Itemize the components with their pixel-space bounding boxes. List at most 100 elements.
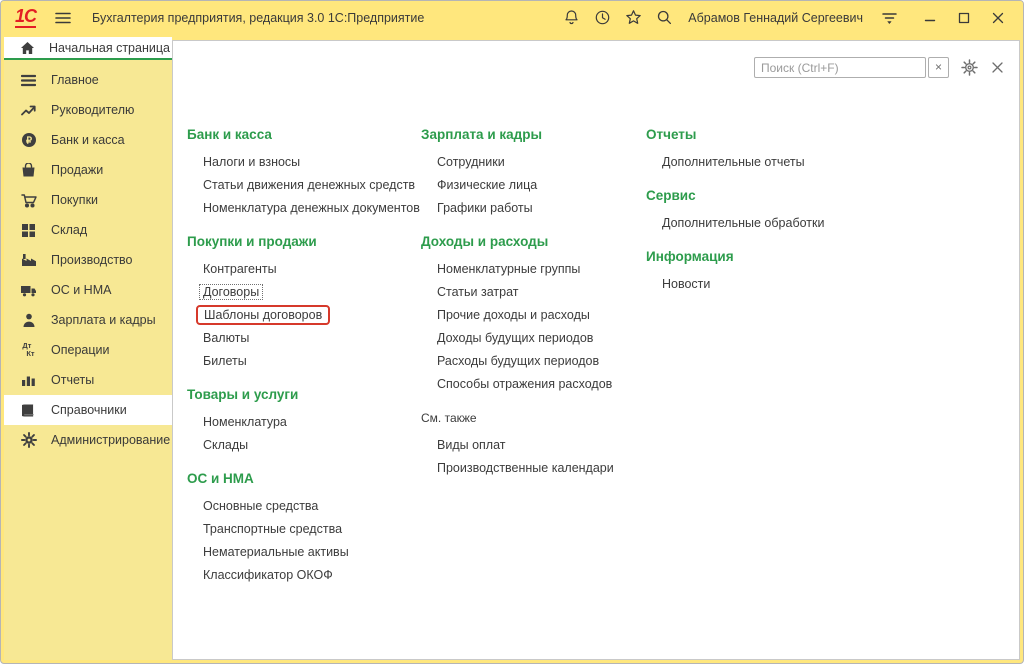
section-title: Зарплата и кадры: [421, 125, 644, 145]
content-link[interactable]: Номенклатура денежных документов: [203, 201, 420, 215]
content-item-row: Статьи затрат: [421, 281, 644, 304]
sidebar-item-label: Зарплата и кадры: [51, 313, 156, 327]
section-title: Банк и касса: [187, 125, 419, 145]
content-item-row: Физические лица: [421, 174, 644, 197]
main-menu-icon[interactable]: [52, 7, 74, 29]
truck-icon: [20, 282, 37, 299]
content-item-row: Транспортные средства: [187, 518, 419, 541]
content-link[interactable]: Дополнительные обработки: [662, 216, 824, 230]
content-item-row: Валюты: [187, 327, 419, 350]
history-icon[interactable]: [591, 7, 613, 29]
content-link[interactable]: Дополнительные отчеты: [662, 155, 805, 169]
sidebar-item-administration[interactable]: Администрирование: [4, 425, 172, 455]
content-link[interactable]: Расходы будущих периодов: [437, 354, 599, 368]
trend-icon: [20, 102, 37, 119]
content-item-row: Производственные календари: [421, 457, 644, 480]
content-link[interactable]: Налоги и взносы: [203, 155, 300, 169]
sidebar-item-directories[interactable]: Справочники: [4, 395, 172, 425]
sidebar-item-os-nma[interactable]: ОС и НМА: [4, 275, 172, 305]
sidebar-item-operations[interactable]: ДтКтОперации: [4, 335, 172, 365]
content-item-row: Дополнительные отчеты: [646, 151, 866, 174]
content-link[interactable]: Новости: [662, 277, 710, 291]
content-link[interactable]: Контрагенты: [203, 262, 277, 276]
content-link[interactable]: Прочие доходы и расходы: [437, 308, 590, 322]
content-link[interactable]: Статьи движения денежных средств: [203, 178, 415, 192]
content-link[interactable]: Производственные календари: [437, 461, 614, 475]
content-item-row: Налоги и взносы: [187, 151, 419, 174]
content-link[interactable]: Основные средства: [203, 499, 318, 513]
maximize-button[interactable]: [953, 7, 975, 29]
global-search-icon[interactable]: [653, 7, 675, 29]
content-item-row: Виды оплат: [421, 434, 644, 457]
section: Банк и касса Налоги и взносы Статьи движен…: [187, 125, 419, 220]
main-panel: × Банк и касса Налоги и взносы Статьи движ…: [172, 40, 1020, 660]
content-link[interactable]: Доходы будущих периодов: [437, 331, 593, 345]
section-title: Сервис: [646, 186, 866, 206]
content-link[interactable]: Номенклатурные группы: [437, 262, 580, 276]
sidebar-item-main[interactable]: Главное: [4, 65, 172, 95]
favorites-star-icon[interactable]: [622, 7, 644, 29]
sidebar-item-warehouse[interactable]: Склад: [4, 215, 172, 245]
content-column-1: Банк и касса Налоги и взносы Статьи движен…: [187, 125, 419, 599]
content-link[interactable]: Номенклатура: [203, 415, 287, 429]
content-item-row: Шаблоны договоров: [187, 304, 419, 327]
content-item-row: Прочие доходы и расходы: [421, 304, 644, 327]
content-item-row: Основные средства: [187, 495, 419, 518]
focused-link[interactable]: Договоры: [199, 284, 263, 300]
content-link[interactable]: Виды оплат: [437, 438, 506, 452]
search-row: ×: [754, 57, 1003, 78]
dtkt-icon: ДтКт: [20, 342, 37, 359]
person-icon: [20, 312, 37, 329]
content-link[interactable]: Валюты: [203, 331, 249, 345]
section-title: Отчеты: [646, 125, 866, 145]
sidebar-item-salary-hr[interactable]: Зарплата и кадры: [4, 305, 172, 335]
content-link[interactable]: Склады: [203, 438, 248, 452]
sidebar-item-production[interactable]: Производство: [4, 245, 172, 275]
section-title: Покупки и продажи: [187, 232, 419, 252]
notifications-bell-icon[interactable]: [560, 7, 582, 29]
content-item-row: Статьи движения денежных средств: [187, 174, 419, 197]
minimize-button[interactable]: [919, 7, 941, 29]
close-button[interactable]: [987, 7, 1009, 29]
content-link[interactable]: Графики работы: [437, 201, 533, 215]
sidebar-item-bank-cash[interactable]: ₽ Банк и касса: [4, 125, 172, 155]
highlighted-link[interactable]: Шаблоны договоров: [196, 305, 330, 325]
settings-gear-icon[interactable]: [961, 59, 978, 76]
content-link[interactable]: Физические лица: [437, 178, 537, 192]
content-link[interactable]: Статьи затрат: [437, 285, 518, 299]
sidebar-item-sales[interactable]: Продажи: [4, 155, 172, 185]
sidebar-item-label: Банк и касса: [51, 133, 125, 147]
svg-text:₽: ₽: [25, 136, 32, 147]
sidebar-item-purchases[interactable]: Покупки: [4, 185, 172, 215]
content-column-2: Зарплата и кадры Сотрудники Физические лиц…: [421, 125, 644, 492]
section: Доходы и расходыНоменклатурные группыСта…: [421, 232, 644, 396]
sidebar-item-label: Главное: [51, 73, 99, 87]
content-link[interactable]: Транспортные средства: [203, 522, 342, 536]
content-link[interactable]: Сотрудники: [437, 155, 505, 169]
content-item-row: Номенклатура денежных документов: [187, 197, 419, 220]
panel-close-icon[interactable]: [992, 62, 1003, 73]
sidebar-item-reports[interactable]: Отчеты: [4, 365, 172, 395]
sidebar-item-manager[interactable]: Руководителю: [4, 95, 172, 125]
sidebar-item-label: Производство: [51, 253, 133, 267]
content-item-row: Номенклатура: [187, 411, 419, 434]
home-page-tab[interactable]: Начальная страница: [4, 37, 172, 60]
content-item-row: Новости: [646, 273, 866, 296]
sidebar: Начальная страница Главное Руководителю ₽ Б…: [4, 34, 172, 660]
content-item-row: Сотрудники: [421, 151, 644, 174]
content-item-row: Дополнительные обработки: [646, 212, 866, 235]
bag-icon: [20, 162, 37, 179]
content-link[interactable]: Способы отражения расходов: [437, 377, 612, 391]
search-input[interactable]: [754, 57, 926, 78]
search-clear-button[interactable]: ×: [928, 57, 949, 78]
current-user-name[interactable]: Абрамов Геннадий Сергеевич: [688, 11, 863, 25]
sidebar-item-label: Отчеты: [51, 373, 94, 387]
home-tab-label: Начальная страница: [49, 41, 170, 55]
service-menu-icon[interactable]: [878, 7, 900, 29]
content-link[interactable]: Классификатор ОКОФ: [203, 568, 333, 582]
content-link[interactable]: Нематериальные активы: [203, 545, 349, 559]
section-title: Товары и услуги: [187, 385, 419, 405]
sidebar-item-label: Продажи: [51, 163, 103, 177]
content-link[interactable]: Билеты: [203, 354, 247, 368]
gear-icon: [20, 432, 37, 449]
